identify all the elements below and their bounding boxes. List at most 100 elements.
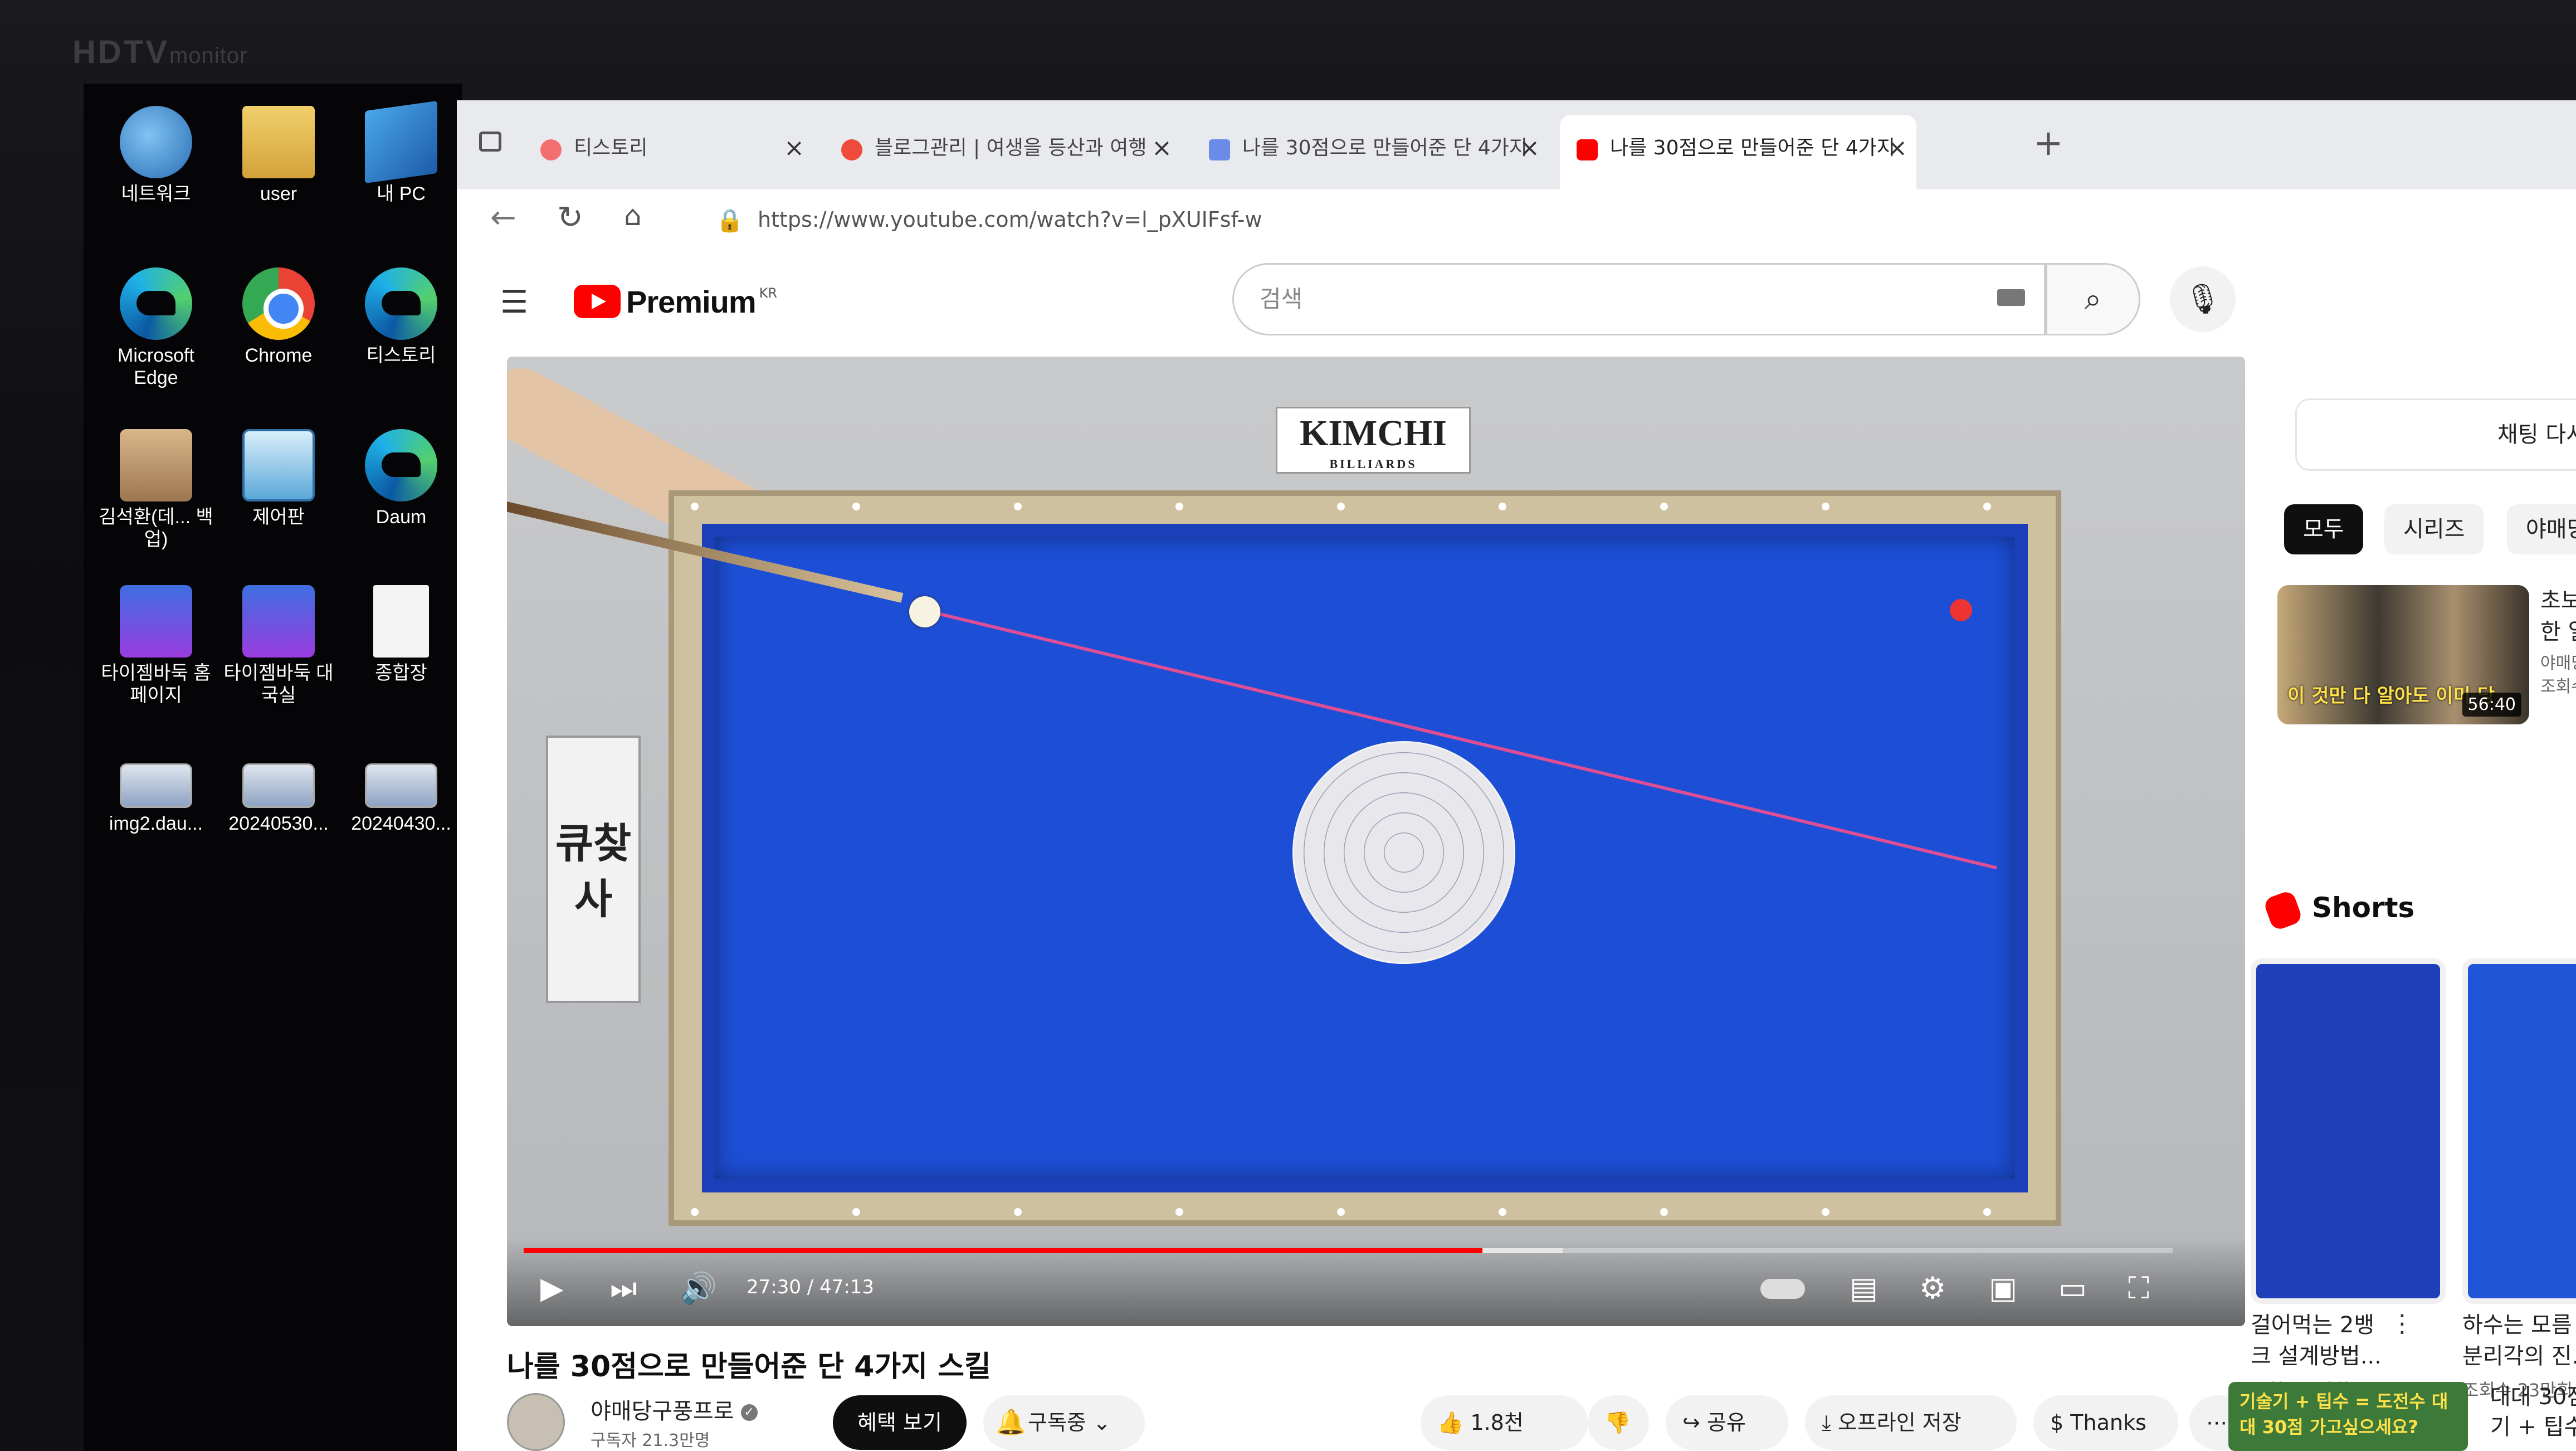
search-input[interactable]: 검색 — [1232, 263, 2046, 335]
dislike-button[interactable]: 👎 — [1588, 1395, 1649, 1450]
subscriber-count: 구독자 21.3만명 — [591, 1431, 710, 1450]
desktop-icon-control-panel[interactable]: 제어판 — [217, 429, 340, 528]
share-button[interactable]: ↪ 공유 — [1666, 1395, 1788, 1450]
edge-icon — [365, 267, 437, 340]
desktop-icon-daum[interactable]: Daum — [340, 429, 462, 528]
back-icon[interactable]: ← — [490, 199, 516, 236]
desktop-icon-tistory[interactable]: 티스토리 — [340, 267, 462, 367]
desktop-icon-img2[interactable]: img2.dau... — [95, 747, 217, 835]
thanks-icon: $ — [2050, 1410, 2064, 1435]
short-title[interactable]: 하수는 모름분리각의 진... — [2462, 1309, 2576, 1372]
tab-blog-admin[interactable]: 블로그관리 | 여생을 등산과 여행 × — [824, 115, 1181, 189]
short-thumbnail[interactable] — [2462, 958, 2576, 1304]
voice-search-button[interactable]: 🎙 — [2170, 266, 2236, 332]
miniplayer-icon[interactable]: ▣ — [1989, 1270, 2017, 1306]
next-video-thumbnail[interactable]: 기술기 + 팁수 = 도전수 대대 30점 가고싶으세요? — [2228, 1382, 2468, 1451]
recommended-video-title[interactable]: 초보한 일 — [2540, 585, 2576, 647]
tab-tistory[interactable]: 티스토리 × — [524, 115, 813, 189]
like-button[interactable]: 👍 1.8천 — [1421, 1395, 1588, 1450]
fullscreen-icon[interactable]: ⛶ — [2128, 1270, 2149, 1306]
shorts-logo-icon — [2262, 889, 2304, 932]
settings-gear-icon[interactable]: ⚙ — [1919, 1270, 1946, 1306]
rail-diamond — [1337, 1208, 1345, 1216]
recommended-video-meta: 야매당조회수 — [2540, 654, 2576, 697]
tab-video-1[interactable]: 나를 30점으로 만들어준 단 4가지 × — [1192, 115, 1549, 189]
chat-replay-box[interactable]: 채팅 다시 — [2295, 398, 2576, 471]
rail-diamond — [1660, 503, 1668, 510]
channel-name[interactable]: 야매당구풍프로 ✓ — [591, 1393, 758, 1425]
desktop-icon-chrome[interactable]: Chrome — [217, 267, 340, 367]
subtitles-icon[interactable]: ▤ — [1850, 1270, 1878, 1306]
next-icon[interactable]: ⏭ — [610, 1270, 637, 1306]
thanks-button[interactable]: $ Thanks — [2033, 1395, 2178, 1450]
download-button[interactable]: ⤓ 오프라인 저장 — [1805, 1395, 2017, 1450]
play-icon[interactable]: ▶ — [540, 1270, 564, 1306]
url-field[interactable]: https://www.youtube.com/watch?v=l_pXUIFs… — [758, 207, 1262, 232]
chrome-icon — [242, 267, 315, 340]
tab-video-active[interactable]: 나를 30점으로 만들어준 단 4가지 × — [1560, 115, 1916, 189]
recommended-video-thumbnail[interactable]: 이 것만 다 알아도 이미 당 56:40 — [2277, 585, 2529, 724]
reload-icon[interactable]: ↻ — [557, 199, 583, 236]
progress-bar[interactable] — [524, 1248, 2173, 1253]
played-bar — [524, 1248, 1483, 1253]
time-display: 27:30 / 47:13 — [747, 1276, 875, 1298]
rail-diamond — [691, 503, 699, 510]
image-icon — [120, 763, 192, 808]
menu-icon[interactable]: ☰ — [500, 284, 528, 320]
cue-ball — [909, 596, 940, 627]
theater-mode-icon[interactable]: ▭ — [2058, 1270, 2087, 1306]
next-video-title[interactable]: 대대 30점기 + 팁수 = — [2490, 1382, 2576, 1442]
subscribed-button[interactable]: 🔔 구독중 ⌄ — [983, 1395, 1145, 1450]
desktop-icon-tygem-room[interactable]: 타이젬바둑 대국실 — [217, 585, 340, 707]
rail-diamond — [1014, 503, 1022, 510]
youtube-play-logo-icon — [574, 285, 621, 318]
short-thumbnail[interactable] — [2251, 958, 2446, 1304]
edge-icon — [365, 429, 437, 501]
close-tab-icon[interactable]: × — [1152, 115, 1172, 182]
browser-window: 티스토리 × 블로그관리 | 여생을 등산과 여행 × 나를 30점으로 만들어… — [457, 100, 2576, 1451]
video-duration: 56:40 — [2462, 693, 2521, 717]
new-tab-button[interactable]: + — [2033, 123, 2063, 164]
lock-icon[interactable]: 🔒 — [716, 207, 744, 233]
desktop-icon-20240530[interactable]: 20240530... — [217, 747, 340, 835]
youtube-premium-logo[interactable]: Premium KR — [574, 282, 777, 321]
chip-series[interactable]: 시리즈 — [2384, 504, 2484, 554]
short-title[interactable]: 걸어먹는 2뱅 크 설계방법... — [2251, 1309, 2382, 1372]
rail-diamond — [852, 1208, 860, 1216]
volume-icon[interactable]: 🔊 — [680, 1270, 717, 1306]
close-tab-icon[interactable]: × — [784, 115, 804, 182]
channel-side-banner: 큐찾사 — [546, 736, 641, 1003]
desktop-icon-tygem-home[interactable]: 타이젬바둑 홈페이지 — [95, 585, 217, 707]
chip-all[interactable]: 모두 — [2284, 504, 2363, 554]
join-perks-button[interactable]: 혜택 보기 — [833, 1395, 967, 1450]
chip-channel[interactable]: 야매당구 — [2507, 504, 2576, 554]
tistory-favicon-icon — [841, 139, 862, 160]
video-title: 나를 30점으로 만들어준 단 4가지 스킬 — [507, 1350, 991, 1384]
desktop-icon-this-pc[interactable]: 내 PC — [340, 100, 462, 205]
desktop-icon-user[interactable]: user — [217, 106, 340, 205]
more-vert-icon[interactable]: ⋮ — [2390, 1309, 2414, 1338]
desktop-icon-network[interactable]: 네트워크 — [95, 106, 217, 205]
video-player[interactable]: KIMCHI BILLIARDS 큐찾사 ▶ ⏭ 🔊 27:30 / 47:13 … — [507, 357, 2245, 1326]
verified-badge-icon: ✓ — [740, 1404, 758, 1421]
chevron-down-icon: ⌄ — [1092, 1410, 1111, 1435]
close-tab-icon[interactable]: × — [1887, 115, 1907, 182]
home-icon[interactable]: ⌂ — [624, 199, 642, 232]
desktop-icon-notebook[interactable]: 종합장 — [340, 585, 462, 684]
channel-avatar[interactable] — [507, 1393, 565, 1451]
shorts-section-title: Shorts — [2312, 892, 2415, 924]
close-tab-icon[interactable]: × — [1519, 115, 1540, 182]
desktop-icon-backup-folder[interactable]: 김석환(데... 백업) — [95, 429, 217, 551]
search-button[interactable]: ⌕ — [2046, 263, 2140, 335]
desktop-icon-20240430[interactable]: 20240430... — [340, 747, 462, 835]
keyboard-icon[interactable] — [1997, 289, 2025, 306]
search-icon: ⌕ — [2084, 281, 2102, 317]
tab-actions-icon[interactable] — [479, 132, 501, 152]
rail-diamond — [1014, 1208, 1022, 1216]
autoplay-toggle[interactable] — [1760, 1279, 1805, 1299]
folder-icon — [120, 429, 192, 501]
user-folder-icon — [242, 106, 315, 178]
windows-desktop: 네트워크 user 내 PC Microsoft Edge Chrome 티스토… — [84, 84, 462, 1451]
rail-diamond — [1822, 503, 1829, 510]
desktop-icon-edge[interactable]: Microsoft Edge — [95, 267, 217, 389]
